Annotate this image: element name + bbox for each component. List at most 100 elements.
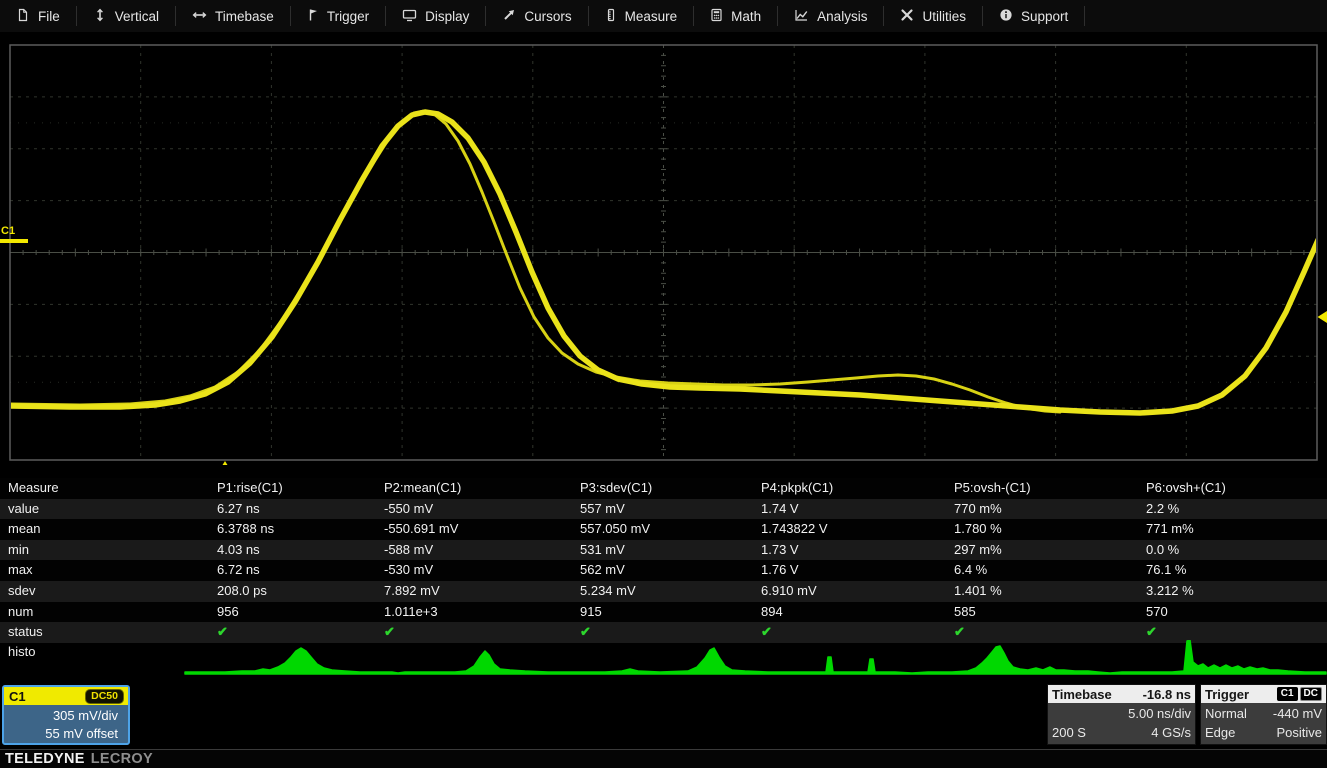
trigger-title: Trigger [1205, 687, 1249, 702]
trigger-flag-icon [307, 8, 319, 25]
menu-item-measure[interactable]: Measure [589, 0, 694, 32]
chart-icon [794, 8, 809, 25]
channel-c1-level-marker[interactable]: C1 [1, 225, 15, 237]
measure-row-label: min [0, 540, 217, 561]
timebase-scale: 5.00 ns/div [1128, 704, 1191, 723]
measure-cell: 1.011e+3 [384, 602, 580, 623]
measure-cell: -550 mV [384, 499, 580, 520]
measure-cell: 0.0 % [1146, 540, 1327, 561]
measure-cell: 915 [580, 602, 761, 623]
measure-cell: 771 m% [1146, 519, 1327, 540]
menu-item-cursors[interactable]: Cursors [486, 0, 587, 32]
measure-cell: 5.234 mV [580, 581, 761, 602]
measure-cell: 570 [1146, 602, 1327, 623]
timebase-delay: -16.8 ns [1143, 687, 1191, 702]
measure-cell: 956 [217, 602, 384, 623]
measure-cell: 6.910 mV [761, 581, 954, 602]
measure-column-header-p4[interactable]: P4:pkpk(C1) [761, 478, 954, 499]
footer-bar: TELEDYNE LECROY [0, 749, 1327, 768]
measure-cell: 2.2 % [1146, 499, 1327, 520]
measure-column-header-p5[interactable]: P5:ovsh-(C1) [954, 478, 1146, 499]
timebase-samples: 200 S [1052, 723, 1086, 742]
measure-cell: 557 mV [580, 499, 761, 520]
measure-cell: 557.050 mV [580, 519, 761, 540]
measure-cell: 1.73 V [761, 540, 954, 561]
measure-table-row-mean: mean6.3788 ns-550.691 mV557.050 mV1.7438… [0, 519, 1327, 540]
timebase-descriptor-box[interactable]: Timebase -16.8 ns 5.00 ns/div 200 S 4 GS… [1047, 684, 1196, 745]
measure-column-header-p2[interactable]: P2:mean(C1) [384, 478, 580, 499]
measure-row-label: value [0, 499, 217, 520]
measure-cell: 208.0 ps [217, 581, 384, 602]
trigger-mode: Normal [1205, 704, 1247, 723]
menu-item-vertical[interactable]: Vertical [77, 0, 175, 32]
menu-item-label: Analysis [817, 9, 867, 24]
measure-table-corner-label: Measure [0, 478, 217, 499]
trigger-source-badge: C1 [1277, 687, 1298, 701]
menu-item-label: Timebase [215, 9, 274, 24]
measure-table-header-row: MeasureP1:rise(C1)P2:mean(C1)P3:sdev(C1)… [0, 478, 1327, 499]
measure-table-row-sdev: sdev208.0 ps7.892 mV5.234 mV6.910 mV1.40… [0, 581, 1327, 602]
menu-item-label: Vertical [115, 9, 159, 24]
measure-row-label: max [0, 560, 217, 581]
measure-cell: 6.27 ns [217, 499, 384, 520]
menu-separator [1084, 6, 1085, 26]
measure-table-row-value: value6.27 ns-550 mV557 mV1.74 V770 m%2.2… [0, 499, 1327, 520]
measure-table-row-max: max6.72 ns-530 mV562 mV1.76 V6.4 %76.1 % [0, 560, 1327, 581]
measure-cell: 562 mV [580, 560, 761, 581]
measure-row-label: num [0, 602, 217, 623]
cursor-arrow-icon [502, 8, 516, 25]
measure-column-header-p1[interactable]: P1:rise(C1) [217, 478, 384, 499]
menu-item-label: Display [425, 9, 469, 24]
timebase-title: Timebase [1052, 687, 1112, 702]
info-icon [999, 8, 1013, 25]
measure-cell: -550.691 mV [384, 519, 580, 540]
menu-item-label: Support [1021, 9, 1068, 24]
calculator-icon [710, 8, 723, 25]
menu-item-label: File [38, 9, 60, 24]
measurement-histogram [0, 640, 1327, 685]
measure-row-label: mean [0, 519, 217, 540]
menu-item-display[interactable]: Display [386, 0, 485, 32]
menu-item-support[interactable]: Support [983, 0, 1084, 32]
menu-item-utilities[interactable]: Utilities [884, 0, 982, 32]
waveform-display[interactable]: C1 [0, 35, 1327, 465]
menu-item-label: Measure [625, 9, 678, 24]
menu-item-label: Math [731, 9, 761, 24]
measure-cell: 1.74 V [761, 499, 954, 520]
tools-icon [900, 8, 914, 25]
menu-item-file[interactable]: File [0, 0, 76, 32]
display-icon [402, 8, 417, 25]
file-icon [16, 8, 30, 25]
measure-cell: 4.03 ns [217, 540, 384, 561]
measure-cell: -530 mV [384, 560, 580, 581]
trigger-coupling-badge: DC [1300, 687, 1322, 701]
menu-item-math[interactable]: Math [694, 0, 777, 32]
vertical-arrows-icon [93, 8, 107, 25]
timebase-rate: 4 GS/s [1151, 723, 1191, 742]
measure-table-row-num: num9561.011e+3915894585570 [0, 602, 1327, 623]
menu-item-label: Trigger [327, 9, 369, 24]
measure-cell: 1.743822 V [761, 519, 954, 540]
measure-cell: -588 mV [384, 540, 580, 561]
menu-item-analysis[interactable]: Analysis [778, 0, 883, 32]
measure-cell: 76.1 % [1146, 560, 1327, 581]
measure-cell: 3.212 % [1146, 581, 1327, 602]
trigger-type: Edge [1205, 723, 1235, 742]
channel-c1-descriptor-box[interactable]: C1 DC50 305 mV/div 55 mV offset [2, 685, 130, 745]
menu-item-label: Utilities [922, 9, 966, 24]
measure-column-header-p3[interactable]: P3:sdev(C1) [580, 478, 761, 499]
menu-item-trigger[interactable]: Trigger [291, 0, 385, 32]
measure-cell: 297 m% [954, 540, 1146, 561]
measure-cell: 585 [954, 602, 1146, 623]
horizontal-arrows-icon [192, 8, 207, 25]
trigger-descriptor-box[interactable]: Trigger C1 DC Normal -440 mV Edge Positi… [1200, 684, 1327, 745]
measure-cell: 6.4 % [954, 560, 1146, 581]
brand-logo-primary: TELEDYNE [5, 751, 85, 767]
measure-cell: 531 mV [580, 540, 761, 561]
measure-cell: 1.401 % [954, 581, 1146, 602]
measure-cell: 1.76 V [761, 560, 954, 581]
channel-name: C1 [9, 689, 26, 704]
menu-item-timebase[interactable]: Timebase [176, 0, 290, 32]
channel-scale: 305 mV/div [4, 707, 118, 725]
measure-column-header-p6[interactable]: P6:ovsh+(C1) [1146, 478, 1327, 499]
